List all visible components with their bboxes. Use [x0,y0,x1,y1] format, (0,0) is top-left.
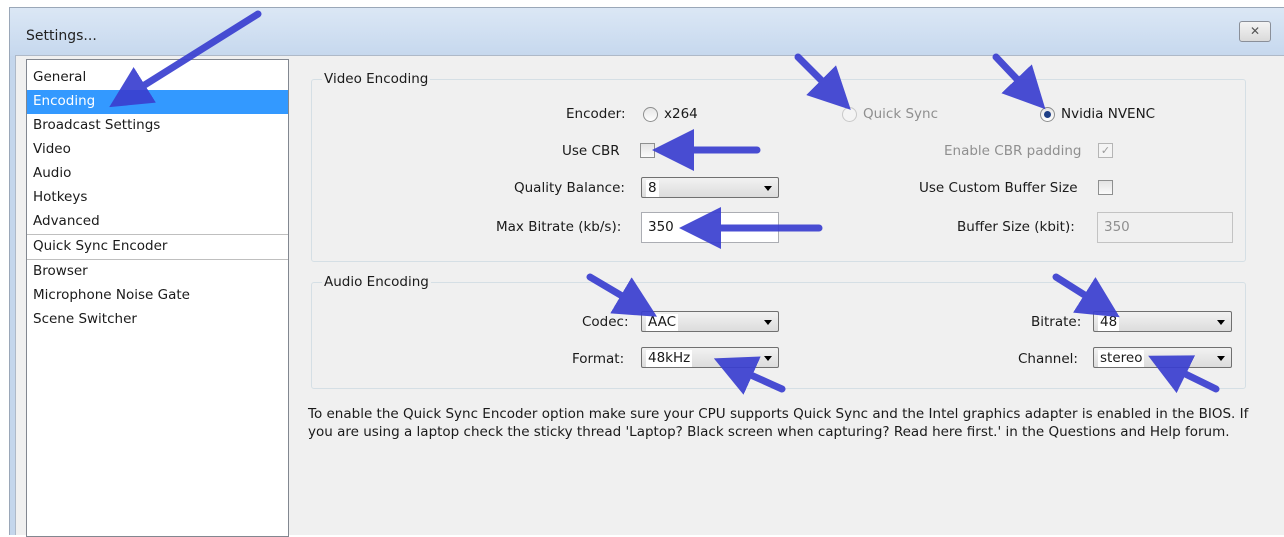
annotation-arrows [109,10,1220,395]
arrow-icon [992,53,1046,110]
arrow-icon [1148,355,1220,394]
arrow-icon [1052,273,1120,318]
arrow-icon [586,273,658,317]
arrow-icon [713,356,786,395]
arrow-icon [794,53,851,110]
arrow-icon [109,10,262,108]
